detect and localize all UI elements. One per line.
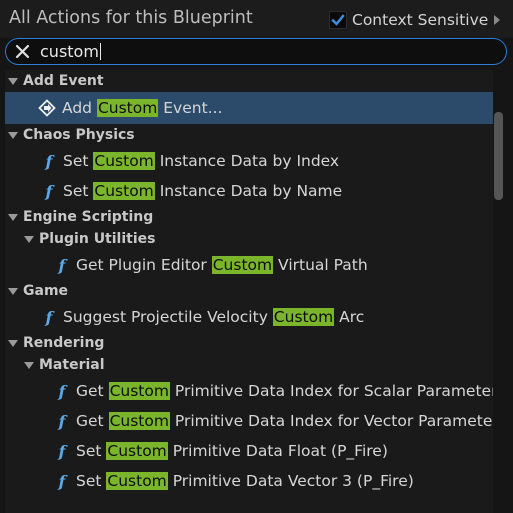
action-item[interactable]: f Set Custom Primitive Data Float (P_Fire…: [5, 436, 493, 466]
category-header[interactable]: Chaos Physics: [5, 124, 493, 146]
action-label: Get Custom Primitive Data Index for Vect…: [76, 412, 493, 430]
action-item[interactable]: f Suggest Projectile Velocity Custom Arc: [5, 302, 493, 332]
function-icon: f: [58, 441, 66, 461]
category-header[interactable]: Rendering: [5, 332, 493, 354]
function-icon: f: [58, 381, 66, 401]
search-match-highlight: Custom: [93, 152, 155, 170]
action-label: Get Custom Primitive Data Index for Scal…: [76, 382, 493, 400]
action-item[interactable]: f Get Custom Primitive Data Index for Sca…: [5, 376, 493, 406]
expand-triangle-icon[interactable]: [8, 77, 18, 85]
search-match-highlight: Custom: [106, 472, 168, 490]
search-match-highlight: Custom: [106, 442, 168, 460]
function-icon: f: [58, 411, 66, 431]
function-icon: f: [58, 471, 66, 491]
action-item[interactable]: f Set Custom Primitive Data Vector 3 (P_F…: [5, 466, 493, 496]
search-match-highlight: Custom: [96, 99, 159, 117]
function-icon: f: [45, 151, 53, 171]
expand-triangle-icon[interactable]: [8, 131, 18, 139]
category-header[interactable]: Engine Scripting: [5, 206, 493, 228]
search-match-highlight: Custom: [108, 382, 170, 400]
category-label: Plugin Utilities: [39, 231, 156, 247]
search-box[interactable]: custom: [5, 38, 507, 65]
function-icon: f: [58, 255, 66, 275]
category-label: Rendering: [23, 335, 105, 351]
header-bar: All Actions for this Blueprint Context S…: [0, 0, 513, 38]
action-label: Suggest Projectile Velocity Custom Arc: [63, 308, 365, 326]
action-item[interactable]: f Get Custom Primitive Data Index for Vec…: [5, 406, 493, 436]
expand-triangle-icon[interactable]: [24, 235, 34, 243]
category-header[interactable]: Plugin Utilities: [5, 228, 493, 250]
action-label: Set Custom Instance Data by Index: [63, 152, 340, 170]
expand-triangle-icon[interactable]: [8, 339, 18, 347]
search-match-highlight: Custom: [93, 182, 155, 200]
category-header[interactable]: Material: [5, 354, 493, 376]
expand-triangle-icon[interactable]: [8, 213, 18, 221]
context-sensitive-checkbox[interactable]: [329, 11, 347, 29]
action-label: Set Custom Instance Data by Name: [63, 182, 343, 200]
context-sensitive-toggle[interactable]: Context Sensitive: [329, 9, 501, 31]
action-label: Set Custom Primitive Data Float (P_Fire): [76, 442, 388, 460]
panel-title: All Actions for this Blueprint: [9, 8, 253, 28]
category-header[interactable]: Game: [5, 280, 493, 302]
action-item[interactable]: f Set Custom Instance Data by Name: [5, 176, 493, 206]
scrollbar-thumb[interactable]: [494, 112, 503, 200]
action-item[interactable]: Add Custom Event...: [5, 92, 493, 124]
action-item[interactable]: f Get Plugin Editor Custom Virtual Path: [5, 250, 493, 280]
context-sensitive-label: Context Sensitive: [352, 11, 489, 29]
category-label: Chaos Physics: [23, 127, 135, 143]
expand-triangle-icon[interactable]: [24, 361, 34, 369]
action-label: Add Custom Event...: [62, 99, 223, 117]
search-input[interactable]: custom: [40, 42, 101, 61]
category-header[interactable]: Add Event: [5, 70, 493, 92]
checkmark-icon: [331, 14, 345, 26]
chevron-right-icon[interactable]: [494, 15, 501, 25]
category-label: Engine Scripting: [23, 209, 154, 225]
action-item[interactable]: f Set Custom Instance Data by Index: [5, 146, 493, 176]
action-label: Get Plugin Editor Custom Virtual Path: [76, 256, 368, 274]
category-label: Add Event: [23, 73, 104, 89]
text-caret: [99, 43, 101, 60]
action-list[interactable]: Add Event Add Custom Event... Chaos Physic…: [5, 70, 493, 513]
search-match-highlight: Custom: [211, 256, 274, 274]
action-label: Set Custom Primitive Data Vector 3 (P_Fi…: [76, 472, 414, 490]
search-match-highlight: Custom: [272, 308, 335, 326]
category-label: Game: [23, 283, 69, 299]
search-match-highlight: Custom: [108, 412, 170, 430]
function-icon: f: [45, 181, 53, 201]
expand-triangle-icon[interactable]: [8, 287, 18, 295]
function-icon: f: [45, 307, 53, 327]
event-icon: [38, 99, 56, 117]
category-label: Material: [39, 357, 105, 373]
clear-search-icon[interactable]: [15, 44, 30, 59]
